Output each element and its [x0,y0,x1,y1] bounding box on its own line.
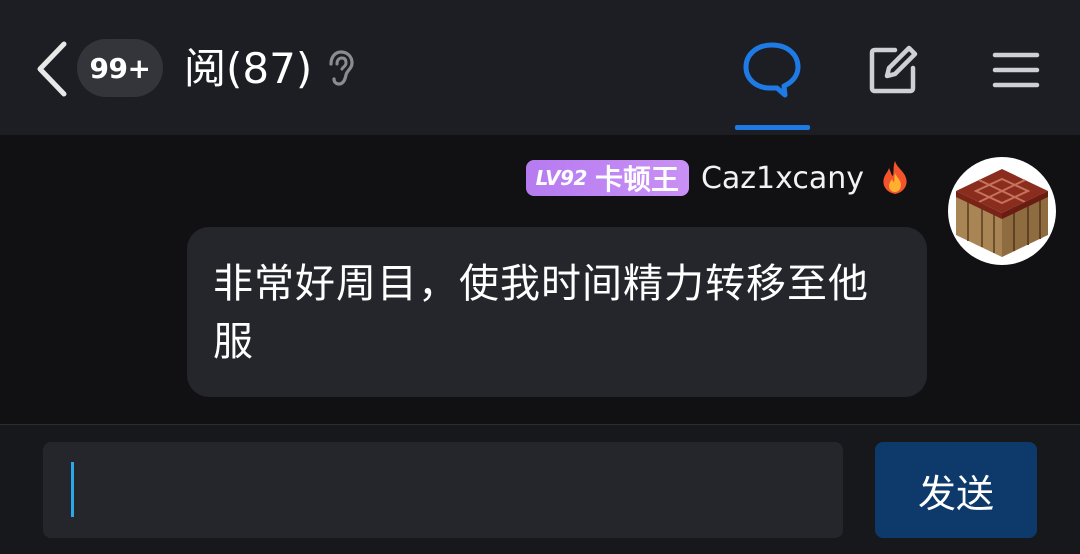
chevron-left-icon [37,41,67,97]
level-number: LV92 [535,166,588,190]
message-input[interactable] [43,442,843,538]
text-caret [71,462,74,517]
sender-name[interactable]: Caz1xcany [701,161,864,196]
top-bar: 99+ 阅(87) [0,0,1080,135]
chat-screen: 99+ 阅(87) LV92 卡顿王 Caz1xcany 非常好周目，使我时间精… [0,0,1080,554]
chat-tab[interactable] [740,38,804,102]
menu-button[interactable] [984,38,1048,102]
level-badge[interactable]: LV92 卡顿王 [525,160,689,196]
message-list[interactable]: LV92 卡顿王 Caz1xcany 非常好周目，使我时间精力转移至他服 [0,135,1080,424]
avatar[interactable] [948,157,1056,265]
level-title: 卡顿王 [594,163,679,196]
menu-icon [992,52,1040,88]
ear-icon[interactable] [324,49,356,87]
sender-info: LV92 卡顿王 Caz1xcany [525,158,914,198]
edit-icon [869,45,918,94]
back-button[interactable] [30,40,74,98]
page-title: 阅(87) [184,44,313,93]
composer-bar: 发送 [0,424,1080,554]
fire-icon [883,161,907,194]
chat-bubble-icon [743,42,801,98]
edit-button[interactable] [861,38,925,102]
unread-count-badge[interactable]: 99+ [77,39,163,97]
send-button[interactable]: 发送 [875,442,1037,538]
active-tab-indicator [735,125,810,130]
crafting-table-avatar [956,169,1048,257]
message-bubble[interactable]: 非常好周目，使我时间精力转移至他服 [187,227,927,397]
